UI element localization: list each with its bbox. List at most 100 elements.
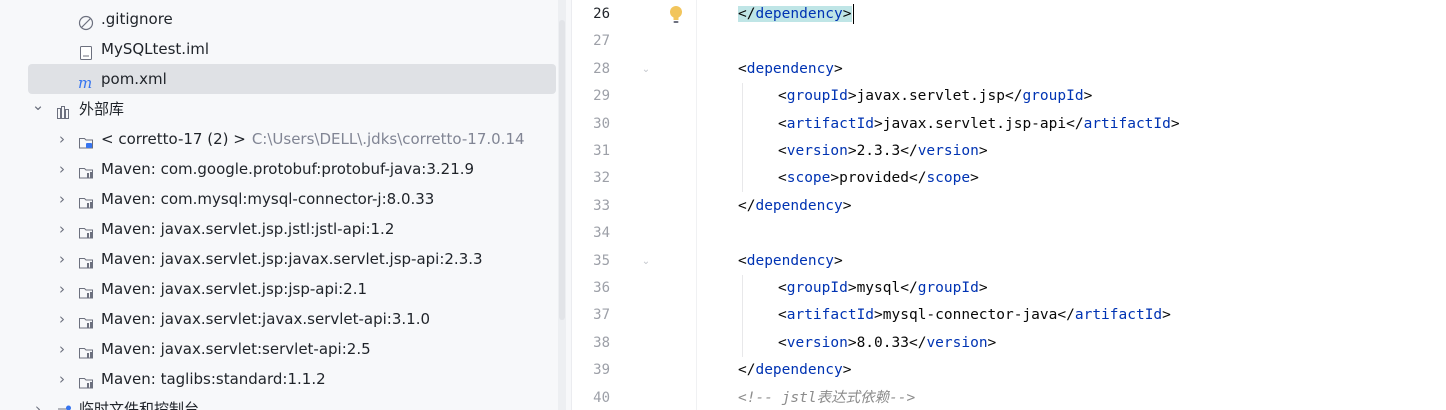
code-line[interactable]: <!-- jstl表达式依赖--> (738, 385, 915, 410)
line-number[interactable]: 29 (572, 83, 610, 110)
chevron-right-icon[interactable]: › (54, 334, 70, 364)
tree-row[interactable]: › Maven: taglibs:standard:1.1.2 (0, 364, 572, 394)
code-line[interactable]: </dependency> (738, 193, 852, 220)
line-number[interactable]: 32 (572, 165, 610, 192)
text-caret (852, 4, 854, 24)
tree-row[interactable]: m pom.xml (0, 64, 572, 94)
tree-row[interactable]: › Maven: javax.servlet.jsp.jstl:jstl-api:… (0, 214, 572, 244)
line-number[interactable]: 38 (572, 330, 610, 357)
code-line[interactable]: <version>8.0.33</version> (778, 330, 996, 357)
xml-tag: groupId (1022, 88, 1084, 105)
line-number[interactable]: 34 (572, 220, 610, 247)
code-line[interactable]: <groupId>javax.servlet.jsp</groupId> (778, 83, 1092, 110)
fold-marker-icon[interactable]: ⌄ (640, 56, 652, 83)
code-editor[interactable]: 26 27 28 ⌄ 29 30 31 32 33 34 35 ⌄ 36 37 38 39 40 </depen… (572, 0, 1446, 410)
code-line[interactable]: <dependency> (738, 56, 843, 83)
xml-tag: version (917, 143, 979, 159)
tree-row-label: pom.xml (101, 70, 167, 88)
tree-row[interactable]: › Maven: javax.servlet.jsp:javax.servlet.… (0, 244, 572, 274)
xml-tag: version (786, 334, 848, 351)
iml-file-icon (78, 41, 94, 60)
chevron-right-icon[interactable]: › (54, 154, 70, 184)
tree-row[interactable]: › Maven: javax.servlet.jsp:jsp-api:2.1 (0, 274, 572, 304)
xml-tag: dependency (746, 60, 835, 77)
xml-tag: dependency (755, 6, 843, 22)
tree-row-label: Maven: com.mysql:mysql-connector-j:8.0.3… (101, 190, 435, 208)
fold-marker-icon[interactable]: ⌄ (640, 248, 652, 275)
xml-tag: dependency (755, 197, 843, 214)
chevron-right-icon[interactable]: › (54, 244, 70, 274)
code-line[interactable]: <version>2.3.3</version> (778, 138, 988, 165)
chevron-down-icon[interactable]: ⌄ (30, 90, 46, 120)
scratches-icon (56, 401, 72, 410)
tree-row-label: 临时文件和控制台 (79, 400, 200, 410)
line-number[interactable]: 28 (572, 56, 610, 83)
maven-library-icon (78, 281, 94, 299)
tree-row-label: Maven: javax.servlet.jsp:jsp-api:2.1 (101, 280, 368, 298)
chevron-right-icon[interactable]: › (30, 394, 46, 410)
project-tool-window: .gitignore MySQLtest.iml m pom.xml ⌄ 外部库 › < co… (0, 0, 572, 410)
library-icon (56, 101, 72, 119)
jdk-icon (78, 131, 94, 149)
lightbulb-icon[interactable] (669, 5, 683, 25)
chevron-right-icon[interactable]: › (54, 364, 70, 394)
xml-tag: groupId (917, 280, 979, 296)
tree-row[interactable]: › Maven: com.mysql:mysql-connector-j:8.0.… (0, 184, 572, 214)
xml-tag: artifactId (786, 307, 875, 324)
xml-tag: dependency (746, 252, 835, 269)
xml-tag: version (926, 334, 988, 351)
xml-value: mysql-connector-java (882, 307, 1058, 324)
chevron-right-icon[interactable]: › (54, 214, 70, 244)
tree-row[interactable]: .gitignore (0, 4, 572, 34)
code-line[interactable]: <dependency> (738, 248, 843, 275)
maven-m-icon: m (78, 71, 94, 92)
code-line[interactable]: <artifactId>mysql-connector-java</artifa… (778, 302, 1171, 329)
line-number[interactable]: 31 (572, 138, 610, 165)
chevron-right-icon[interactable]: › (54, 124, 70, 154)
tree-row-label: Maven: javax.servlet.jsp.jstl:jstl-api:1… (101, 220, 395, 238)
code-line[interactable]: <groupId>mysql</groupId> (778, 275, 988, 302)
line-number[interactable]: 36 (572, 275, 610, 302)
tree-row[interactable]: › Maven: javax.servlet:javax.servlet-api:… (0, 304, 572, 334)
line-number[interactable]: 35 (572, 248, 610, 275)
chevron-right-icon[interactable]: › (54, 184, 70, 214)
tree-row[interactable]: ⌄ 外部库 (0, 94, 572, 124)
code-line[interactable]: <artifactId>javax.servlet.jsp-api</artif… (778, 111, 1180, 138)
line-number[interactable]: 40 (572, 385, 610, 410)
code-line[interactable]: </dependency> (738, 1, 854, 28)
chevron-right-icon[interactable]: › (54, 274, 70, 304)
svg-text:m: m (78, 75, 92, 91)
xml-comment: <!-- jstl表达式依赖--> (738, 389, 916, 406)
tree-row-label: 外部库 (79, 100, 125, 118)
project-scrollbar-thumb[interactable] (559, 20, 565, 320)
tree-row-label: Maven: com.google.protobuf:protobuf-java… (101, 160, 475, 178)
xml-tag: groupId (786, 280, 848, 296)
tree-row[interactable]: › Maven: com.google.protobuf:protobuf-jav… (0, 154, 572, 184)
xml-tag: artifactId (1074, 307, 1163, 324)
xml-tag: artifactId (786, 115, 875, 132)
line-number[interactable]: 33 (572, 193, 610, 220)
code-line[interactable]: </dependency> (738, 357, 852, 384)
tree-row-label: Maven: javax.servlet:servlet-api:2.5 (101, 340, 371, 358)
tree-row[interactable]: › Maven: javax.servlet:servlet-api:2.5 (0, 334, 572, 364)
tree-row[interactable]: MySQLtest.iml (0, 34, 572, 64)
xml-value: mysql (856, 280, 901, 296)
maven-library-icon (78, 371, 94, 389)
xml-value: 2.3.3 (856, 143, 901, 159)
line-number[interactable]: 26 (572, 1, 610, 28)
xml-tag: scope (786, 170, 831, 187)
chevron-right-icon[interactable]: › (54, 304, 70, 334)
line-number[interactable]: 30 (572, 111, 610, 138)
line-number[interactable]: 37 (572, 302, 610, 329)
maven-library-icon (78, 191, 94, 209)
line-number[interactable]: 39 (572, 357, 610, 384)
maven-library-icon (78, 311, 94, 329)
tree-row-label: Maven: taglibs:standard:1.1.2 (101, 370, 326, 388)
line-number[interactable]: 27 (572, 28, 610, 55)
tree-row[interactable]: › < corretto-17 (2) > C:\Users\DELL\.jdks\… (0, 124, 572, 154)
tree-row-label: < corretto-17 (2) > (101, 130, 246, 148)
tree-row[interactable]: › 临时文件和控制台 (0, 394, 572, 410)
code-line[interactable]: <scope>provided</scope> (778, 165, 979, 192)
maven-library-icon (78, 161, 94, 179)
tree-row-label: MySQLtest.iml (101, 40, 210, 58)
